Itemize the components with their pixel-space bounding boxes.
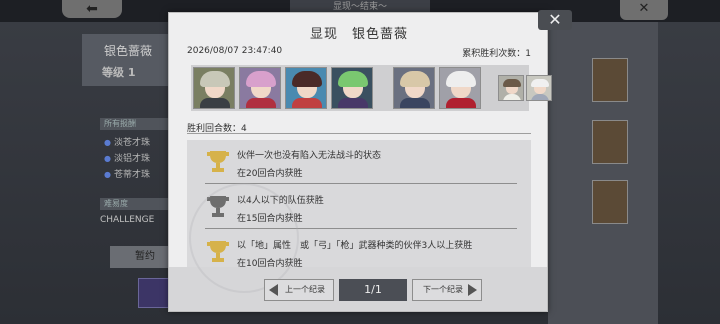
trophy-icon [207, 151, 229, 172]
quest-name: 银色蔷薇 [104, 44, 153, 58]
next-record-label: 下一个纪录 [423, 285, 463, 294]
close-button[interactable]: ✕ [538, 10, 572, 30]
divider [187, 133, 531, 134]
difficulty-header: 难易度 [100, 198, 172, 210]
dialog-title: 显现 银色蔷薇 [309, 27, 408, 42]
back-button[interactable]: ⬅ [62, 0, 122, 18]
emblem-watermark [189, 183, 299, 293]
previous-record-button[interactable]: 上一个纪录 [264, 279, 334, 301]
total-wins-value: 1 [525, 49, 531, 59]
character-slot[interactable] [592, 180, 628, 224]
total-wins: 累积胜利次数：1 [462, 46, 531, 59]
reward-item: 苍蒂才珠 [104, 167, 150, 180]
character-portrait-silver-haired-knight [193, 67, 235, 109]
page-indicator: 1/1 [339, 279, 407, 301]
item-icon [138, 278, 172, 308]
character-portrait-dark-haired-girl [285, 67, 327, 109]
character-portrait-white-haired-girl [439, 67, 481, 109]
record-timestamp: 2026/08/07 23:47:40 [187, 46, 283, 56]
total-wins-label: 累积胜利次数： [462, 49, 526, 59]
reward-item: 淡铝才珠 [104, 151, 150, 164]
character-slot[interactable] [592, 120, 628, 164]
quest-level: 等级 1 [102, 66, 136, 79]
character-portrait-blonde-knight [393, 67, 435, 109]
previous-record-label: 上一个纪录 [285, 285, 325, 294]
character-portrait-green-haired-mage [331, 67, 373, 109]
character-portrait-white-creature [526, 75, 552, 101]
condition-subtext: 在20回合内获胜 [237, 169, 303, 179]
background-close-button[interactable]: ✕ [620, 0, 668, 20]
condition-text: 伙伴一次也没有陷入无法战斗的状态 [237, 151, 382, 161]
character-portrait-bird-companion [498, 75, 524, 101]
character-portrait-pink-haired-girl [239, 67, 281, 109]
party-lineup [191, 65, 552, 111]
arrow-right-icon [468, 284, 477, 296]
character-slot[interactable] [592, 58, 628, 102]
difficulty-value: CHALLENGE [100, 215, 155, 225]
reward-item: 淡苍才珠 [104, 135, 150, 148]
next-record-button[interactable]: 下一个纪录 [412, 279, 482, 301]
arrow-left-icon [269, 284, 278, 296]
condition-row: 伙伴一次也没有陷入无法战斗的状态 在20回合内获胜 [187, 140, 531, 182]
rewards-header: 所有报酬 [100, 118, 172, 130]
record-dialog: 显现 银色蔷薇 2026/08/07 23:47:40 累积胜利次数：1 胜利回… [168, 12, 552, 312]
